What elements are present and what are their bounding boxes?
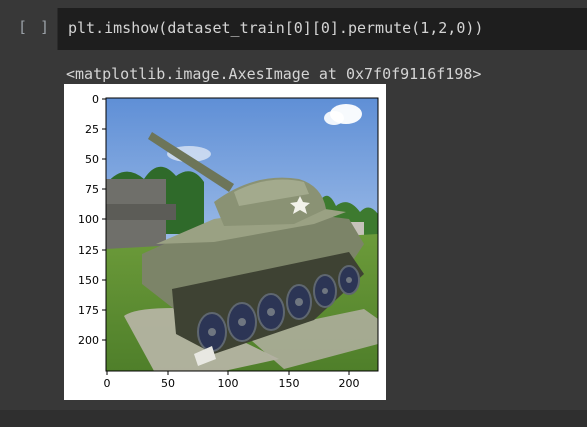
x-tick-label: 100 [218, 377, 239, 390]
output-repr: <matplotlib.image.AxesImage at 0x7f0f911… [66, 65, 482, 83]
y-axis: 0 25 50 75 100 125 150 175 200 [78, 93, 106, 347]
y-tick-label: 175 [78, 304, 99, 317]
y-tick-label: 50 [85, 153, 99, 166]
code-editor[interactable]: plt.imshow(dataset_train[0][0].permute(1… [57, 8, 587, 50]
cell-output: <matplotlib.image.AxesImage at 0x7f0f911… [0, 58, 587, 410]
tank-photo [106, 98, 378, 371]
y-tick-label: 25 [85, 123, 99, 136]
figure-svg: 0 25 50 75 100 125 150 175 200 0 50 100 … [78, 93, 379, 390]
matplotlib-figure: 0 25 50 75 100 125 150 175 200 0 50 100 … [64, 84, 386, 400]
cell-separator [0, 410, 587, 427]
code-line[interactable]: plt.imshow(dataset_train[0][0].permute(1… [68, 19, 483, 37]
x-tick-label: 200 [339, 377, 360, 390]
x-tick-label: 50 [161, 377, 175, 390]
y-tick-label: 150 [78, 274, 99, 287]
run-cell-button[interactable]: [ ] [18, 18, 51, 36]
code-cell: [ ] plt.imshow(dataset_train[0][0].permu… [0, 0, 587, 58]
x-tick-label: 150 [279, 377, 300, 390]
x-axis: 0 50 100 150 200 [104, 371, 360, 390]
y-tick-label: 100 [78, 213, 99, 226]
y-tick-label: 0 [92, 93, 99, 106]
y-tick-label: 200 [78, 334, 99, 347]
notebook-page: [ ] plt.imshow(dataset_train[0][0].permu… [0, 0, 587, 427]
x-tick-label: 0 [104, 377, 111, 390]
y-tick-label: 75 [85, 183, 99, 196]
y-tick-label: 125 [78, 244, 99, 257]
